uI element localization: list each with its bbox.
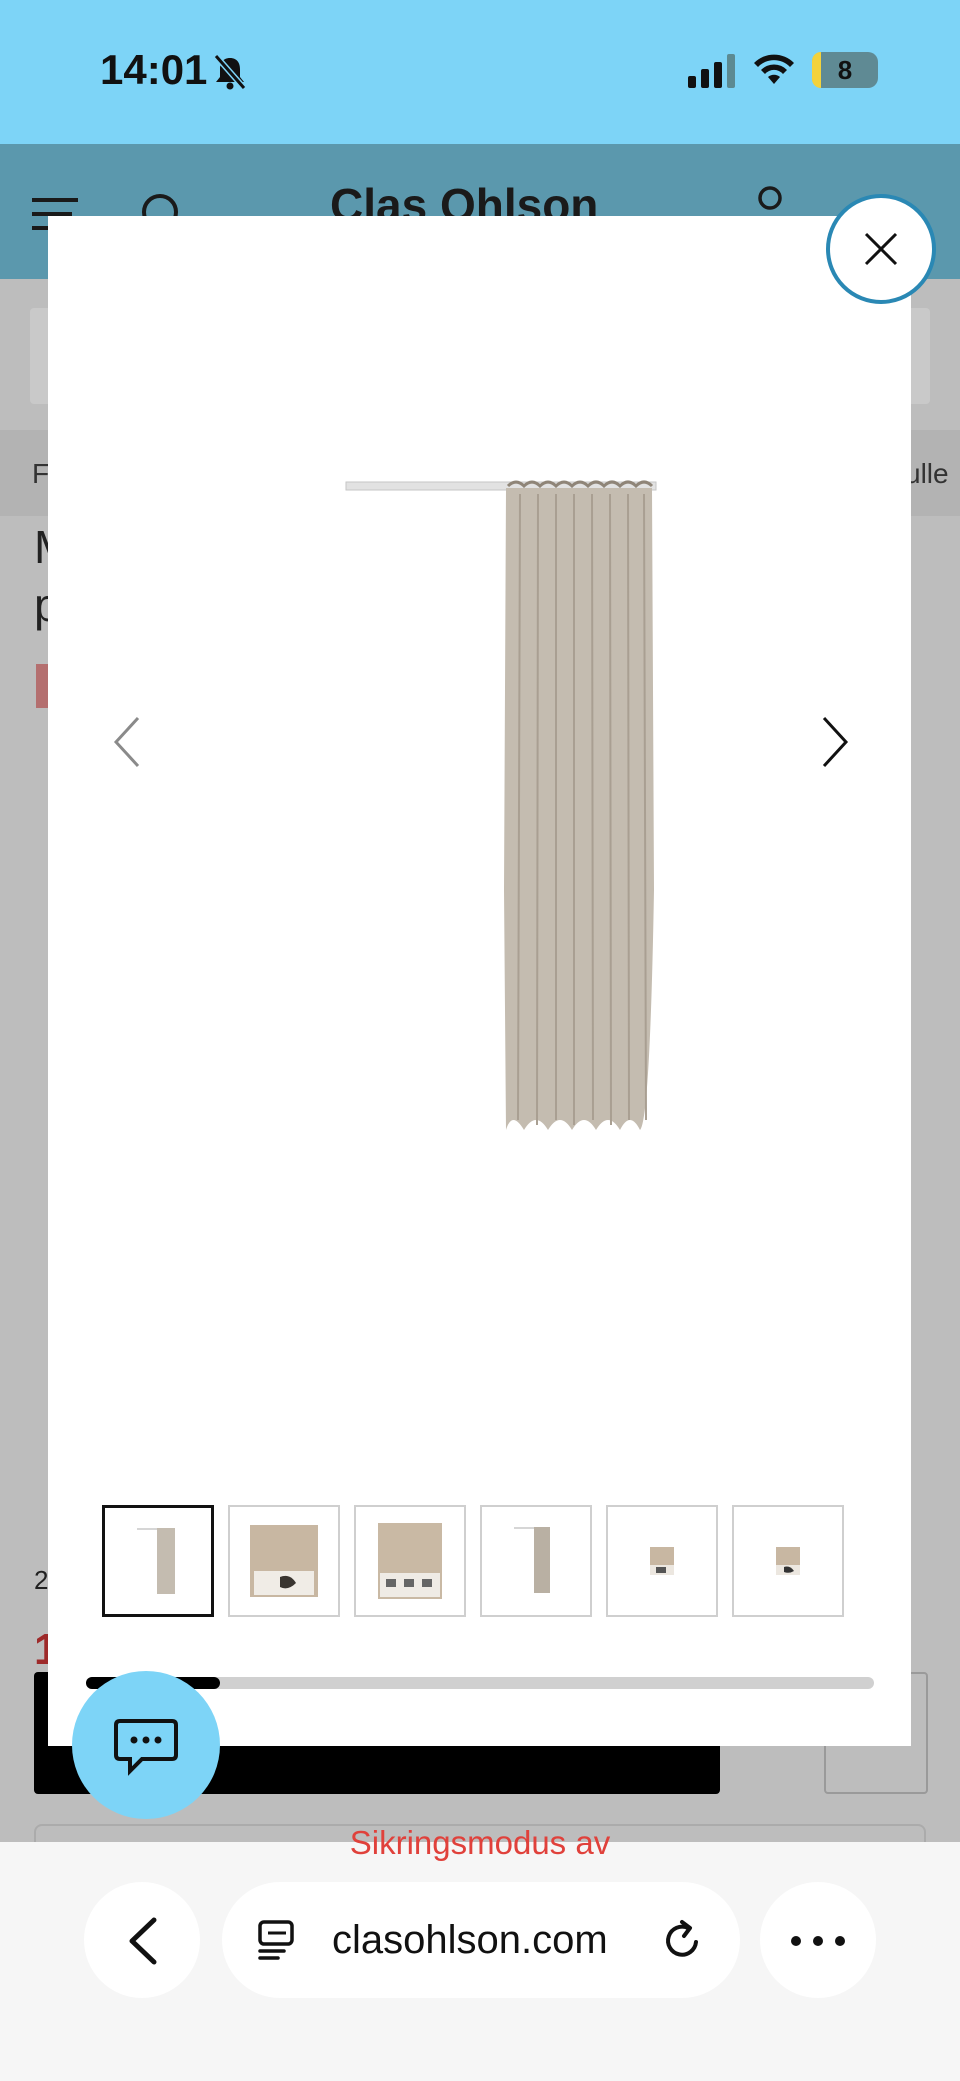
safe-mode-notice: Sikringsmodus av: [349, 1824, 611, 1861]
thumbnail-3[interactable]: [354, 1505, 466, 1617]
url-text: clasohlson.com: [332, 1918, 608, 1962]
reload-icon[interactable]: [660, 1918, 704, 1962]
thumb-curtain-alt-image: [514, 1527, 550, 1593]
thumbnail-4[interactable]: [480, 1505, 592, 1617]
cellular-signal-icon: [688, 54, 735, 88]
thumbnail-5[interactable]: [606, 1505, 718, 1617]
main-product-image: [345, 480, 657, 1130]
browser-back-button[interactable]: [84, 1882, 200, 1998]
chat-bubble-icon: [114, 1719, 178, 1776]
thumb-package-small-2-image: [776, 1547, 800, 1575]
battery-level: 8: [837, 55, 853, 85]
address-bar[interactable]: clasohlson.com: [222, 1882, 740, 1998]
user-icon[interactable]: [750, 186, 790, 216]
chat-button[interactable]: [72, 1671, 220, 1819]
thumb-package-front-image: [250, 1525, 318, 1597]
battery-icon: 8: [812, 52, 878, 88]
prev-image-arrow-icon[interactable]: [108, 714, 148, 770]
status-time: 14:01: [100, 46, 208, 93]
bell-slash-icon: [213, 54, 247, 90]
thumbnail-6[interactable]: [732, 1505, 844, 1617]
breadcrumb-left: F: [32, 458, 50, 489]
old-price: 2: [34, 1565, 49, 1595]
breadcrumb-right: ulle: [905, 458, 949, 489]
tabs-icon[interactable]: [258, 1920, 298, 1960]
status-bar: 14:01 8: [0, 0, 960, 144]
next-image-arrow-icon[interactable]: [814, 714, 854, 770]
more-dots-icon: [791, 1936, 845, 1946]
gallery-scroll-track[interactable]: [86, 1677, 874, 1689]
thumbnail-2[interactable]: [228, 1505, 340, 1617]
chevron-left-icon: [129, 1917, 157, 1965]
wifi-icon: [754, 54, 794, 84]
close-button[interactable]: [826, 194, 936, 304]
thumb-package-small-image: [650, 1547, 674, 1575]
browser-more-button[interactable]: [760, 1882, 876, 1998]
thumb-curtain-front-image: [137, 1528, 175, 1594]
thumb-package-back-image: [378, 1523, 442, 1599]
close-icon: [864, 232, 898, 266]
thumbnail-1[interactable]: [102, 1505, 214, 1617]
